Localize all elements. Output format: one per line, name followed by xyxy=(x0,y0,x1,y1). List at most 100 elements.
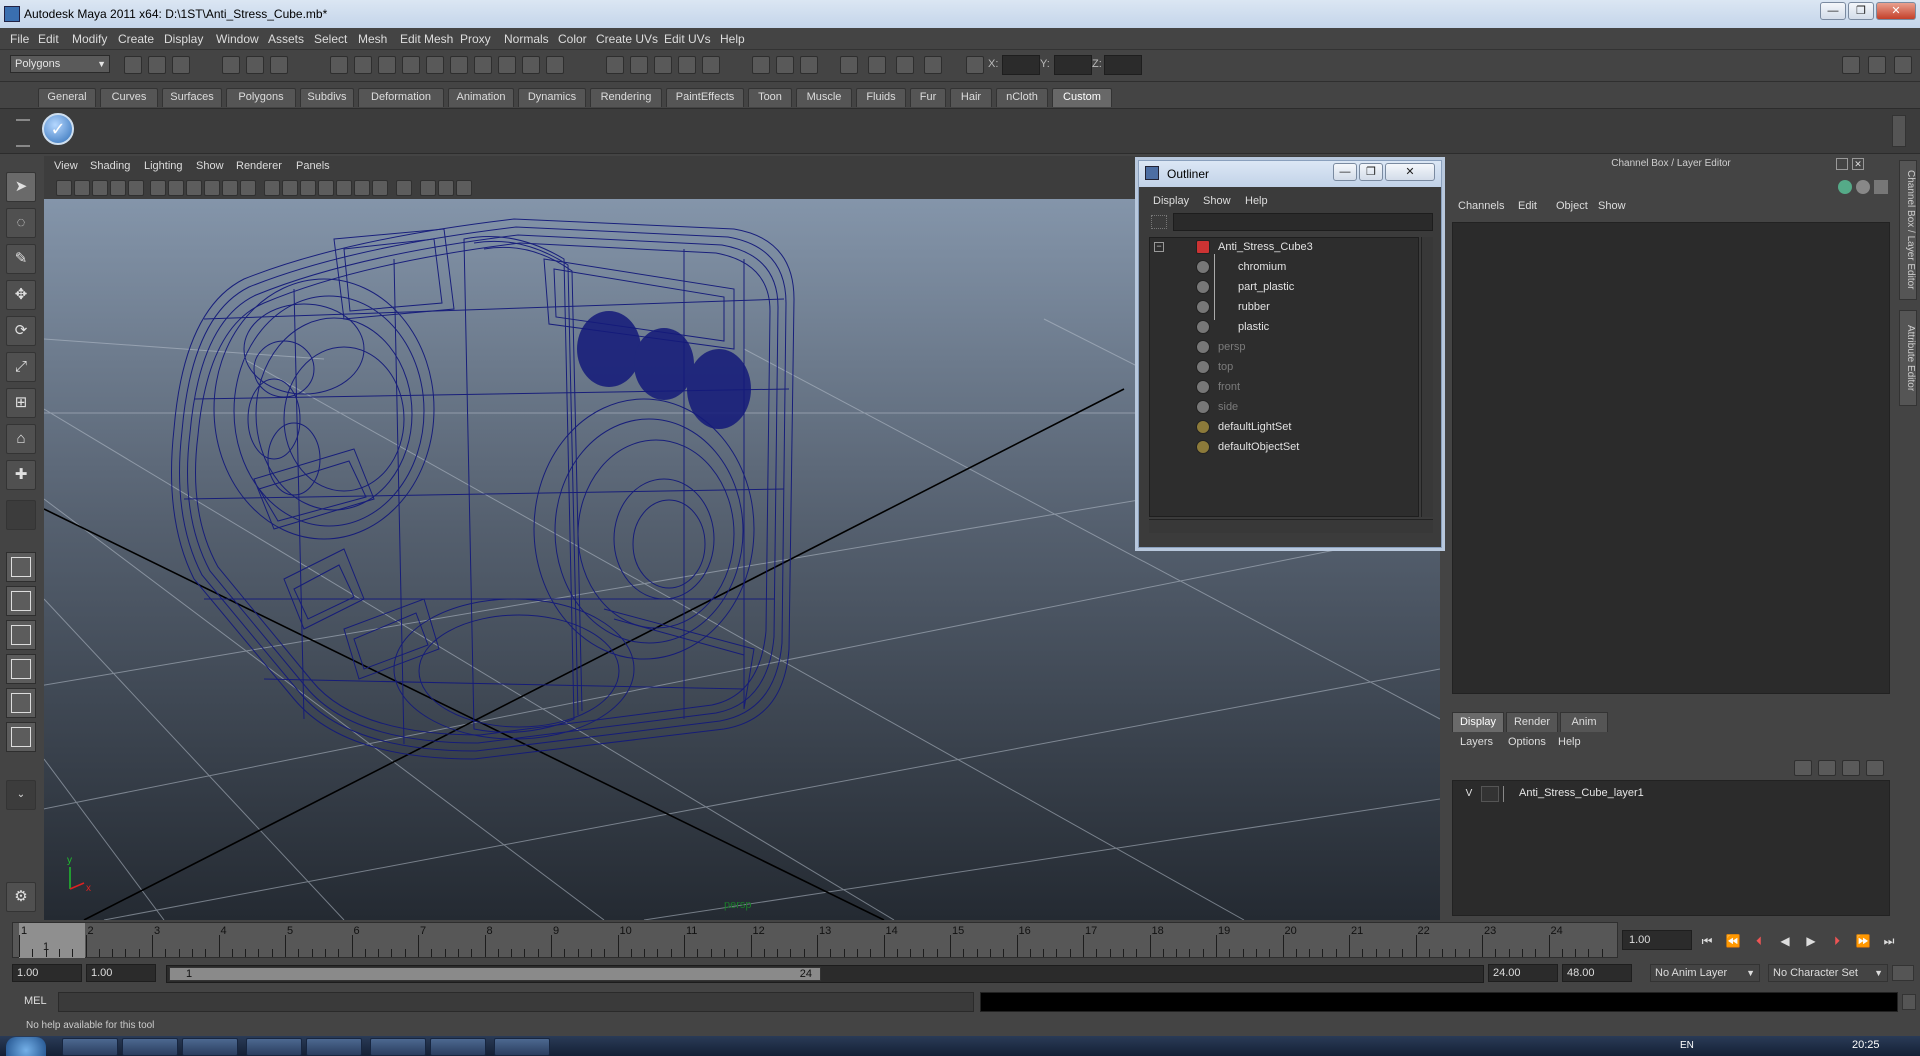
snap-grid-icon[interactable] xyxy=(606,56,624,74)
new-scene-icon[interactable] xyxy=(124,56,142,74)
mask-curves-icon[interactable] xyxy=(378,56,396,74)
soft-modification-icon[interactable]: ⌂ xyxy=(6,424,36,454)
shelf-menu-handle[interactable] xyxy=(16,119,30,147)
snap-plane-icon[interactable] xyxy=(678,56,696,74)
mask-misc-icon[interactable] xyxy=(498,56,516,74)
tab-hair[interactable]: Hair xyxy=(950,88,992,107)
collapse-toggle[interactable]: − xyxy=(1154,242,1164,252)
layer-color-swatch[interactable] xyxy=(1503,786,1517,802)
backface-culling-icon[interactable] xyxy=(456,180,472,196)
tab-fluids[interactable]: Fluids xyxy=(856,88,906,107)
four-view-layout-icon[interactable] xyxy=(6,586,36,616)
time-slider[interactable]: 1 1 2 3 4 5 6 7 8 9 10 11 12 13 14 15 16 17 18 19 20 21 22 23 2… xyxy=(12,922,1618,958)
layer-tab-display[interactable]: Display xyxy=(1452,712,1504,732)
outliner-vertical-scrollbar[interactable] xyxy=(1421,237,1433,517)
outliner-item[interactable]: front xyxy=(1218,378,1240,396)
taskbar-explorer-icon[interactable] xyxy=(370,1038,426,1056)
outliner-horizontal-scrollbar[interactable] xyxy=(1149,519,1433,533)
attribute-editor-side-tab[interactable]: Attribute Editor xyxy=(1899,310,1917,406)
tab-general[interactable]: General xyxy=(38,88,96,107)
outliner-item[interactable]: side xyxy=(1218,398,1238,416)
menu-edit[interactable]: Edit xyxy=(38,32,59,46)
layer-row[interactable]: V Anti_Stress_Cube_layer1 xyxy=(1457,785,1887,803)
outliner-item[interactable]: rubber xyxy=(1238,298,1270,316)
two-d-pan-zoom-icon[interactable] xyxy=(128,180,144,196)
move-tool-icon[interactable]: ✥ xyxy=(6,280,36,310)
z-field[interactable] xyxy=(1104,55,1142,75)
select-by-object-icon[interactable] xyxy=(246,56,264,74)
xray-icon[interactable] xyxy=(420,180,436,196)
layer-playback-toggle[interactable] xyxy=(1481,786,1499,802)
command-input[interactable] xyxy=(58,992,974,1012)
new-layer-selected-icon[interactable] xyxy=(1866,760,1884,776)
select-by-hierarchy-icon[interactable] xyxy=(222,56,240,74)
new-empty-layer-icon[interactable] xyxy=(1842,760,1860,776)
snap-point-icon[interactable] xyxy=(654,56,672,74)
system-clock[interactable]: 20:25 xyxy=(1852,1039,1880,1051)
mask-rendering-icon[interactable] xyxy=(474,56,492,74)
outliner-item[interactable]: top xyxy=(1218,358,1233,376)
graph-layout-icon[interactable] xyxy=(6,722,36,752)
outliner-search-input[interactable] xyxy=(1173,213,1433,231)
animation-preferences-icon[interactable] xyxy=(1892,965,1914,981)
show-manipulator-icon[interactable]: ✚ xyxy=(6,460,36,490)
lasso-tool-icon[interactable]: ◌ xyxy=(6,208,36,238)
playback-end-field[interactable]: 24.00 xyxy=(1488,964,1558,982)
float-panel-icon[interactable] xyxy=(1836,158,1848,170)
xray-joints-icon[interactable] xyxy=(438,180,454,196)
tab-toon[interactable]: Toon xyxy=(748,88,792,107)
channel-edit-menu[interactable]: Edit xyxy=(1518,200,1537,212)
panel-menu-shading[interactable]: Shading xyxy=(90,160,130,172)
taskbar-app-icon[interactable] xyxy=(494,1038,550,1056)
menu-color[interactable]: Color xyxy=(558,32,587,46)
range-bar[interactable]: 1 24 xyxy=(166,965,1484,983)
open-scene-icon[interactable] xyxy=(148,56,166,74)
outliner-item[interactable]: part_plastic xyxy=(1238,278,1294,296)
menu-edit-uvs[interactable]: Edit UVs xyxy=(664,32,711,46)
paint-select-tool-icon[interactable]: ✎ xyxy=(6,244,36,274)
panel-menu-lighting[interactable]: Lighting xyxy=(144,160,183,172)
tab-painteffects[interactable]: PaintEffects xyxy=(666,88,744,107)
script-editor-icon[interactable] xyxy=(1902,994,1916,1010)
move-layer-up-icon[interactable] xyxy=(1794,760,1812,776)
gate-mask-icon[interactable] xyxy=(204,180,220,196)
play-forwards-icon[interactable]: ▶ xyxy=(1800,932,1822,950)
outliner-menu-display[interactable]: Display xyxy=(1153,195,1189,207)
custom-shelf-check-icon[interactable]: ✓ xyxy=(42,113,74,145)
single-perspective-layout-icon[interactable] xyxy=(6,552,36,582)
layer-tab-anim[interactable]: Anim xyxy=(1560,712,1608,732)
taskbar-app-icon[interactable] xyxy=(122,1038,178,1056)
use-default-light-icon[interactable] xyxy=(336,180,352,196)
y-field[interactable] xyxy=(1054,55,1092,75)
maximize-button[interactable]: ❐ xyxy=(1848,2,1874,20)
tab-ncloth[interactable]: nCloth xyxy=(996,88,1048,107)
character-set-select[interactable]: No Character Set ▼ xyxy=(1768,964,1888,982)
channel-layer-toggle-icon[interactable] xyxy=(1874,180,1888,194)
animation-end-field[interactable]: 48.00 xyxy=(1562,964,1632,982)
channel-box-side-tab[interactable]: Channel Box / Layer Editor xyxy=(1899,160,1917,300)
outliner-item[interactable]: chromium xyxy=(1238,258,1286,276)
make-live-icon[interactable] xyxy=(702,56,720,74)
last-tool-slot[interactable] xyxy=(6,500,36,530)
close-button[interactable]: ✕ xyxy=(1876,2,1916,20)
rotate-tool-icon[interactable]: ⟳ xyxy=(6,316,36,346)
highlight-selection-icon[interactable] xyxy=(546,56,564,74)
tab-polygons[interactable]: Polygons xyxy=(226,88,296,107)
wireframe-on-shaded-icon[interactable] xyxy=(300,180,316,196)
menu-select[interactable]: Select xyxy=(314,32,347,46)
menu-assets[interactable]: Assets xyxy=(268,32,304,46)
play-backwards-icon[interactable]: ◀ xyxy=(1774,932,1796,950)
panel-menu-renderer[interactable]: Renderer xyxy=(236,160,282,172)
anim-layer-select[interactable]: No Anim Layer ▼ xyxy=(1650,964,1760,982)
mask-surfaces-icon[interactable] xyxy=(402,56,420,74)
render-settings-icon[interactable] xyxy=(924,56,942,74)
outliner-maximize-button[interactable]: ❐ xyxy=(1359,163,1383,181)
lock-selection-icon[interactable] xyxy=(522,56,540,74)
panel-menu-panels[interactable]: Panels xyxy=(296,160,330,172)
image-plane-icon[interactable] xyxy=(110,180,126,196)
outliner-close-button[interactable]: ✕ xyxy=(1385,163,1435,181)
mask-dynamics-icon[interactable] xyxy=(450,56,468,74)
menu-mesh[interactable]: Mesh xyxy=(358,32,387,46)
channel-box-toggle-icon[interactable] xyxy=(1838,180,1852,194)
tab-custom[interactable]: Custom xyxy=(1052,88,1112,107)
